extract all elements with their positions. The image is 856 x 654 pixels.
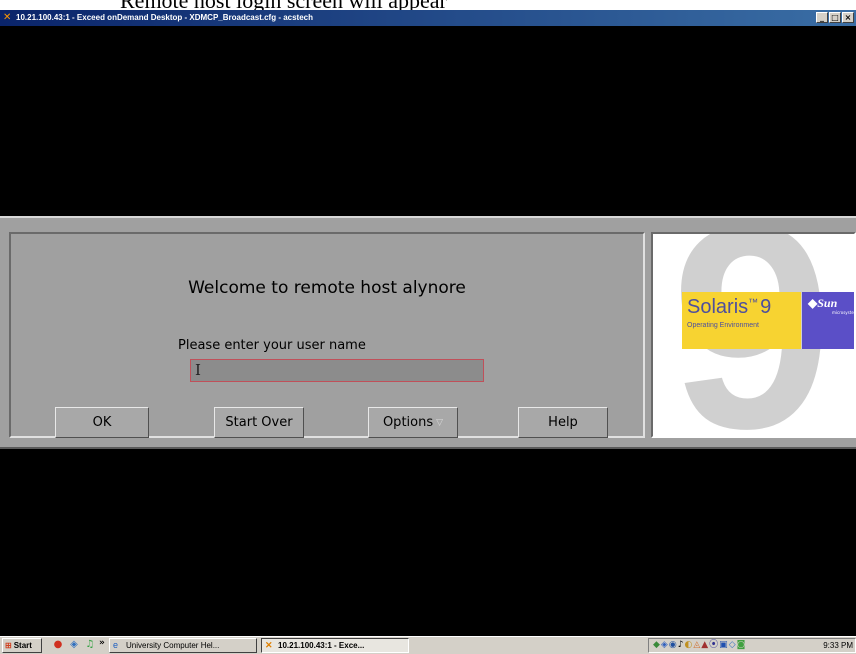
sun-wordmark: ◆Sun bbox=[808, 296, 838, 310]
text-cursor-icon: I bbox=[195, 361, 201, 379]
help-button[interactable]: Help bbox=[518, 407, 608, 438]
dropdown-triangle-icon: ▽ bbox=[436, 418, 444, 428]
exceed-x-icon: ✕ bbox=[3, 12, 12, 23]
username-prompt: Please enter your user name bbox=[178, 338, 366, 353]
start-over-button[interactable]: Start Over bbox=[214, 407, 304, 438]
sun-diamond-icon: ◆ bbox=[808, 296, 818, 310]
solaris-logo-panel: 9 Solaris™9 Operating Environment ◆Sun m… bbox=[651, 232, 856, 438]
clock[interactable]: 9:33 PM bbox=[823, 639, 853, 652]
close-button[interactable]: × bbox=[842, 12, 854, 23]
solaris-logo: Solaris™ 9 Operating Environment bbox=[682, 292, 801, 349]
tray-icons[interactable]: ◆◈◉♪◐◬▲⦿▣◇◙ bbox=[653, 639, 746, 652]
task-label: 10.21.100.43:1 - Exce... bbox=[278, 641, 365, 650]
taskbar: ⊞ Start ● ◈ ♫ » e University Computer Hel.… bbox=[0, 636, 856, 654]
exceed-icon: ✕ bbox=[265, 640, 273, 650]
task-label: University Computer Hel... bbox=[126, 641, 220, 650]
firefox-icon[interactable]: ● bbox=[52, 639, 64, 651]
media-icon[interactable]: ♫ bbox=[84, 639, 96, 651]
ie-icon: e bbox=[113, 640, 119, 650]
login-form-panel: Welcome to remote host alynore Please en… bbox=[9, 232, 645, 438]
window-controls: _ □ × bbox=[816, 12, 854, 23]
minimize-button[interactable]: _ bbox=[816, 12, 828, 23]
welcome-message: Welcome to remote host alynore bbox=[188, 278, 466, 298]
options-button[interactable]: Options ▽ bbox=[368, 407, 458, 438]
login-dialog: Welcome to remote host alynore Please en… bbox=[0, 216, 856, 449]
maximize-button[interactable]: □ bbox=[829, 12, 841, 23]
ok-button[interactable]: OK bbox=[55, 407, 149, 438]
sun-logo: ◆Sun microsystems bbox=[802, 292, 854, 349]
options-label: Options bbox=[382, 415, 434, 430]
username-input[interactable]: I bbox=[190, 359, 484, 382]
solaris-wordmark: Solaris™ 9 bbox=[687, 296, 772, 318]
windows-flag-icon: ⊞ bbox=[5, 641, 12, 650]
quick-launch-chevron-icon[interactable]: » bbox=[99, 638, 105, 648]
sun-tagline: microsystems bbox=[832, 310, 854, 315]
start-button[interactable]: ⊞ Start bbox=[2, 638, 42, 653]
solaris-version: 9 bbox=[760, 296, 772, 318]
solaris-subtitle: Operating Environment bbox=[687, 322, 759, 329]
window-title: 10.21.100.43:1 - Exceed onDemand Desktop… bbox=[16, 13, 313, 22]
task-exceed-session[interactable]: ✕ 10.21.100.43:1 - Exce... bbox=[261, 638, 409, 653]
start-label: Start bbox=[13, 641, 32, 650]
task-university-computer-help[interactable]: e University Computer Hel... bbox=[109, 638, 257, 653]
system-tray: ◆◈◉♪◐◬▲⦿▣◇◙ 9:33 PM bbox=[648, 638, 856, 653]
network-icon[interactable]: ◈ bbox=[68, 639, 80, 651]
window-titlebar[interactable]: ✕ 10.21.100.43:1 - Exceed onDemand Deskt… bbox=[0, 10, 856, 26]
solaris-product: Solaris bbox=[687, 296, 749, 318]
